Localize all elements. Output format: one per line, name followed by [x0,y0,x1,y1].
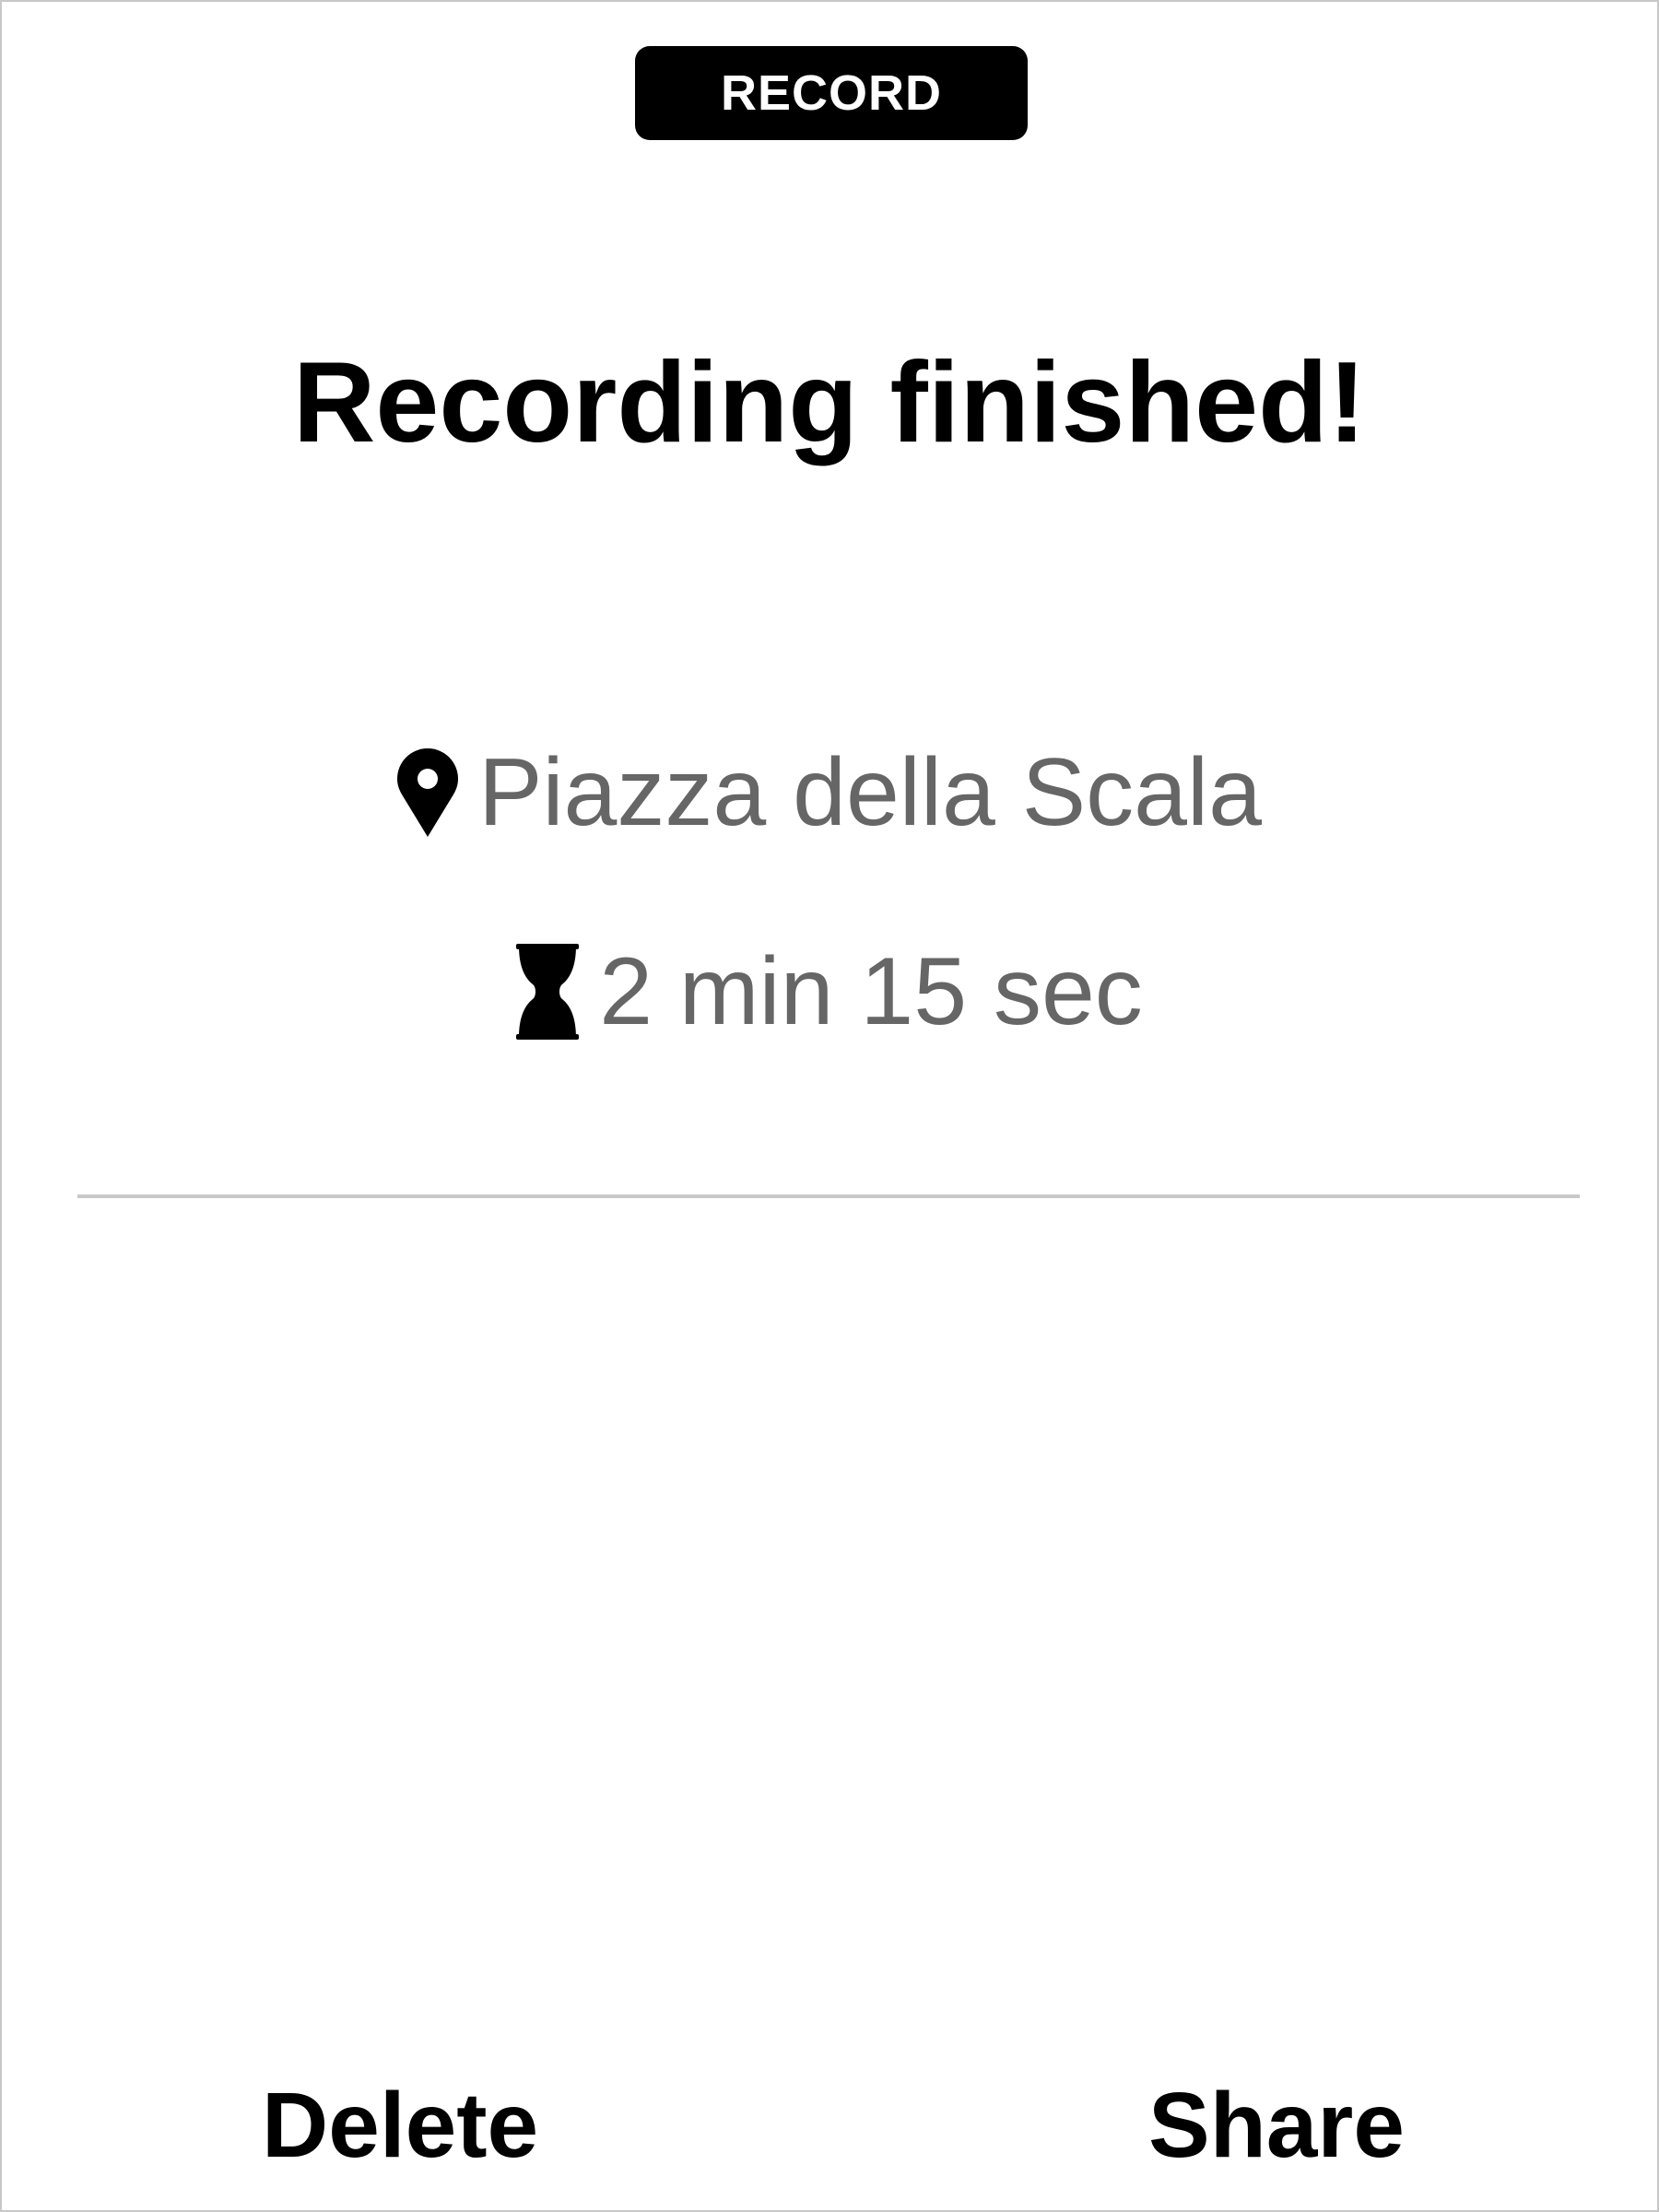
divider [77,1194,1580,1198]
record-mode-label: RECORD [720,65,942,121]
duration-row: 2 min 15 sec [2,936,1657,1047]
duration-text: 2 min 15 sec [599,938,1143,1045]
recording-finished-screen: RECORD Recording finished! Piazza della … [0,0,1659,2212]
page-title: Recording finished! [292,339,1367,466]
delete-button[interactable]: Delete [262,2070,538,2181]
hourglass-icon [516,944,580,1040]
location-row: Piazza della Scala [2,737,1657,848]
location-text: Piazza della Scala [478,739,1262,846]
share-button[interactable]: Share [1148,2070,1405,2181]
map-pin-icon [397,748,459,837]
record-mode-badge[interactable]: RECORD [635,46,1028,140]
